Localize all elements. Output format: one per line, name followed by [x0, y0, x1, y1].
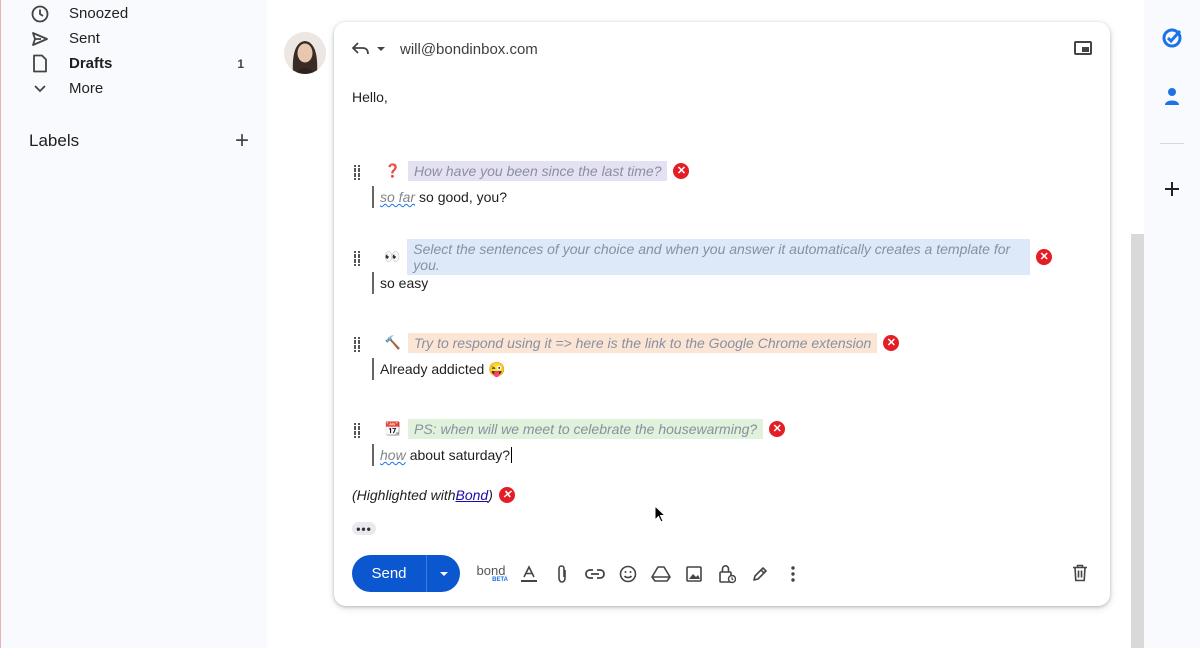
answer-text: so good, you? — [419, 189, 507, 205]
drive-icon[interactable] — [649, 562, 673, 586]
sidebar-item-label: More — [69, 80, 104, 97]
clock-icon — [29, 3, 51, 25]
highlighted-question[interactable]: PS: when will we meet to celebrate the h… — [408, 419, 764, 439]
drag-handle-icon[interactable] — [354, 250, 364, 264]
labels-heading: Labels — [29, 131, 80, 150]
highlighted-question[interactable]: Select the sentences of your choice and … — [407, 239, 1031, 275]
compose-toolbar: Send bond BETA — [352, 555, 1092, 592]
drag-handle-icon[interactable] — [354, 164, 364, 178]
get-add-ons-icon[interactable] — [1160, 177, 1184, 201]
qa-block: 👀 Select the sentences of your choice an… — [352, 239, 1052, 294]
question-mark-icon: ❓ — [384, 163, 402, 178]
mouse-pointer-icon — [654, 505, 667, 523]
bond-footnote: (Highlighted with Bond ) ✕ — [352, 487, 515, 503]
draft-icon — [29, 53, 51, 75]
answer-line[interactable]: so far so good, you? — [372, 186, 1052, 208]
drag-handle-icon[interactable] — [354, 336, 364, 350]
sidebar-item-label: Sent — [69, 30, 100, 47]
emoji-icon[interactable] — [616, 562, 640, 586]
answer-text: about saturday? — [409, 447, 511, 463]
drafts-count: 1 — [237, 56, 244, 71]
bond-beta-badge: BETA — [492, 577, 508, 583]
sidebar-item-drafts[interactable]: Drafts 1 — [29, 51, 259, 76]
text-cursor — [511, 447, 513, 463]
bond-logo-text: bond — [476, 563, 506, 578]
remove-footnote-button[interactable]: ✕ — [498, 487, 515, 503]
compose-window: will@bondinbox.com Hello, ❓ How have you… — [334, 22, 1110, 606]
left-sidebar: Snoozed Sent Drafts 1 More Labels + — [0, 0, 267, 648]
link-icon[interactable] — [583, 562, 607, 586]
compose-header: will@bondinbox.com — [352, 38, 538, 60]
remove-highlight-button[interactable]: ✕ — [883, 335, 900, 351]
answer-text: so easy — [380, 275, 429, 291]
hammer-icon: 🔨 — [384, 335, 402, 350]
confidential-icon[interactable] — [715, 562, 739, 586]
remove-highlight-button[interactable]: ✕ — [673, 163, 690, 179]
attach-icon[interactable] — [550, 562, 574, 586]
reply-type-caret-icon[interactable] — [376, 46, 390, 52]
reply-icon[interactable] — [352, 39, 372, 59]
sidebar-item-snoozed[interactable]: Snoozed — [29, 1, 259, 26]
discard-draft-icon[interactable] — [1068, 561, 1092, 585]
answer-text: Already addicted 😜 — [380, 360, 506, 377]
send-options-caret-icon[interactable] — [426, 555, 460, 592]
footnote-suffix: ) — [488, 487, 493, 503]
sidebar-item-more[interactable]: More — [29, 76, 259, 101]
tasks-icon[interactable] — [1160, 26, 1184, 50]
create-label-button[interactable]: + — [235, 129, 249, 153]
footnote-prefix: (Highlighted with — [352, 487, 456, 503]
answer-line[interactable]: Already addicted 😜 — [372, 358, 1052, 380]
contacts-icon[interactable] — [1160, 84, 1184, 108]
answer-hint: so far — [380, 189, 416, 205]
answer-hint: how — [380, 447, 406, 463]
answer-line[interactable]: how about saturday? — [372, 444, 1052, 466]
photo-icon[interactable] — [682, 562, 706, 586]
bond-logo-button[interactable]: bond BETA — [474, 564, 508, 583]
remove-highlight-button[interactable]: ✕ — [1036, 249, 1052, 265]
avatar — [284, 32, 326, 74]
highlighted-question[interactable]: Try to respond using it => here is the l… — [408, 333, 878, 353]
highlighted-question[interactable]: How have you been since the last time? — [408, 161, 668, 181]
send-button[interactable]: Send — [352, 555, 426, 592]
pop-out-icon[interactable] — [1074, 41, 1092, 55]
drag-handle-icon[interactable] — [354, 422, 364, 436]
qa-block: 📆 PS: when will we meet to celebrate the… — [352, 418, 1052, 466]
remove-highlight-button[interactable]: ✕ — [769, 421, 786, 437]
signature-icon[interactable] — [748, 562, 772, 586]
formatting-icon[interactable] — [517, 562, 541, 586]
more-options-icon[interactable] — [781, 562, 805, 586]
bond-link[interactable]: Bond — [456, 487, 489, 503]
send-icon — [29, 28, 51, 50]
scrollbar[interactable] — [1131, 234, 1144, 648]
calendar-icon: 📆 — [384, 421, 402, 436]
sidebar-item-label: Drafts — [69, 55, 113, 72]
qa-block: 🔨 Try to respond using it => here is the… — [352, 332, 1052, 380]
rail-divider — [1160, 143, 1184, 144]
chevron-down-icon — [29, 78, 51, 100]
recipient-address[interactable]: will@bondinbox.com — [400, 41, 538, 58]
labels-section: Labels + — [29, 128, 249, 154]
show-trimmed-content-button[interactable]: ••• — [352, 522, 376, 535]
sidebar-item-sent[interactable]: Sent — [29, 26, 259, 51]
eyes-icon: 👀 — [384, 249, 401, 264]
qa-block: ❓ How have you been since the last time?… — [352, 160, 1052, 208]
sidebar-item-label: Snoozed — [69, 5, 129, 22]
answer-line[interactable]: so easy — [372, 272, 1052, 294]
greeting-text[interactable]: Hello, — [352, 89, 388, 105]
right-side-panel — [1144, 0, 1200, 648]
send-button-group: Send — [352, 555, 460, 592]
